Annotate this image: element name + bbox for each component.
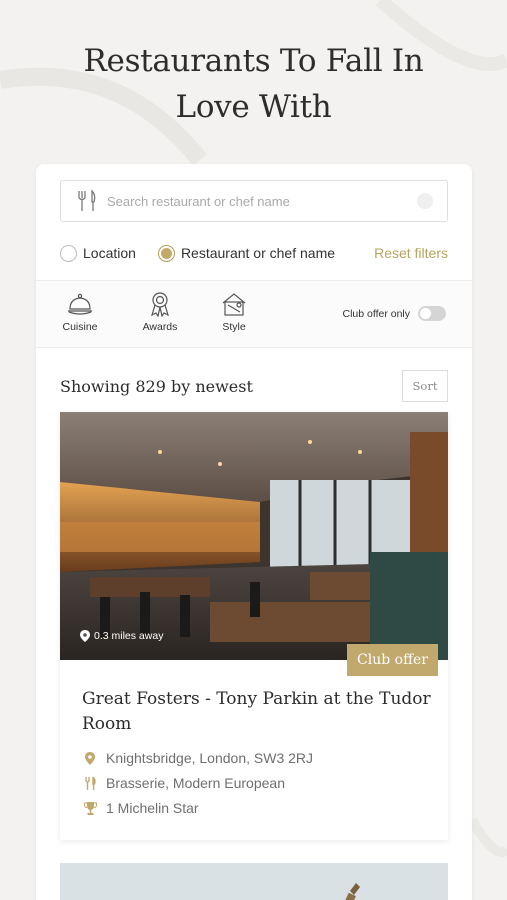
restaurant-cuisine: Brasserie, Modern European	[82, 775, 285, 791]
club-offer-toggle[interactable]	[418, 306, 446, 321]
restaurant-address: Knightsbridge, London, SW3 2RJ	[82, 750, 313, 766]
restaurant-photo: 0.3 miles away	[60, 412, 448, 660]
style-icon	[222, 293, 246, 316]
cuisine-text: Brasserie, Modern European	[106, 775, 285, 791]
radio-restaurant-or-chef[interactable]: Restaurant or chef name	[157, 244, 336, 262]
radio-restaurant-label: Restaurant or chef name	[180, 245, 336, 261]
filter-cuisine[interactable]: Cuisine	[54, 291, 106, 333]
club-offer-badge: Club offer	[347, 644, 438, 676]
filter-style[interactable]: Style	[208, 291, 260, 333]
sort-button[interactable]: Sort	[402, 370, 448, 402]
divider	[36, 347, 472, 348]
distance-text: 0.3 miles away	[94, 630, 164, 642]
filter-style-label: Style	[222, 321, 246, 333]
filter-awards[interactable]: Awards	[134, 291, 186, 333]
restaurant-card[interactable]: 0.3 miles away Club offer Great Fosters …	[60, 412, 448, 840]
page-title-line1: Restaurants To Fall In	[83, 43, 424, 79]
award-text: 1 Michelin Star	[106, 800, 199, 816]
radio-location-label: Location	[83, 245, 136, 261]
radio-circle-icon	[60, 244, 77, 262]
restaurant-name[interactable]: Great Fosters - Tony Parkin at the Tudor…	[82, 687, 432, 737]
club-offer-toggle-label: Club offer only	[342, 307, 410, 320]
location-pin-icon	[82, 751, 98, 765]
search-card: Location Restaurant or chef name Reset f…	[36, 164, 472, 900]
next-restaurant-photo	[60, 863, 448, 900]
reset-filters-link[interactable]: Reset filters	[374, 245, 448, 261]
distance-label: 0.3 miles away	[80, 630, 163, 642]
cloche-icon	[68, 293, 92, 315]
map-pin-icon	[80, 630, 90, 642]
page-title: Restaurants To Fall In Love With	[0, 38, 507, 130]
radio-location[interactable]: Location	[60, 244, 136, 262]
search-mode-radios: Location Restaurant or chef name Reset f…	[60, 242, 448, 264]
results-count: Showing 829 by newest	[60, 377, 253, 396]
trophy-icon	[82, 801, 98, 815]
rosette-icon	[151, 292, 169, 317]
filter-awards-label: Awards	[142, 321, 178, 333]
next-restaurant-card[interactable]	[60, 863, 448, 900]
fork-knife-icon	[67, 181, 107, 221]
club-offer-filter: Club offer only	[342, 306, 446, 321]
page-title-line2: Love With	[175, 89, 332, 125]
cutlery-icon	[82, 776, 98, 790]
address-text: Knightsbridge, London, SW3 2RJ	[106, 750, 314, 766]
clear-search-icon[interactable]	[417, 193, 433, 209]
radio-selected-icon	[157, 244, 175, 262]
filter-bar: Cuisine Awards Style Club offer only	[36, 281, 472, 347]
search-input[interactable]	[107, 183, 417, 219]
search-box[interactable]	[60, 180, 448, 222]
filter-cuisine-label: Cuisine	[62, 321, 98, 333]
restaurant-award: 1 Michelin Star	[82, 800, 199, 816]
